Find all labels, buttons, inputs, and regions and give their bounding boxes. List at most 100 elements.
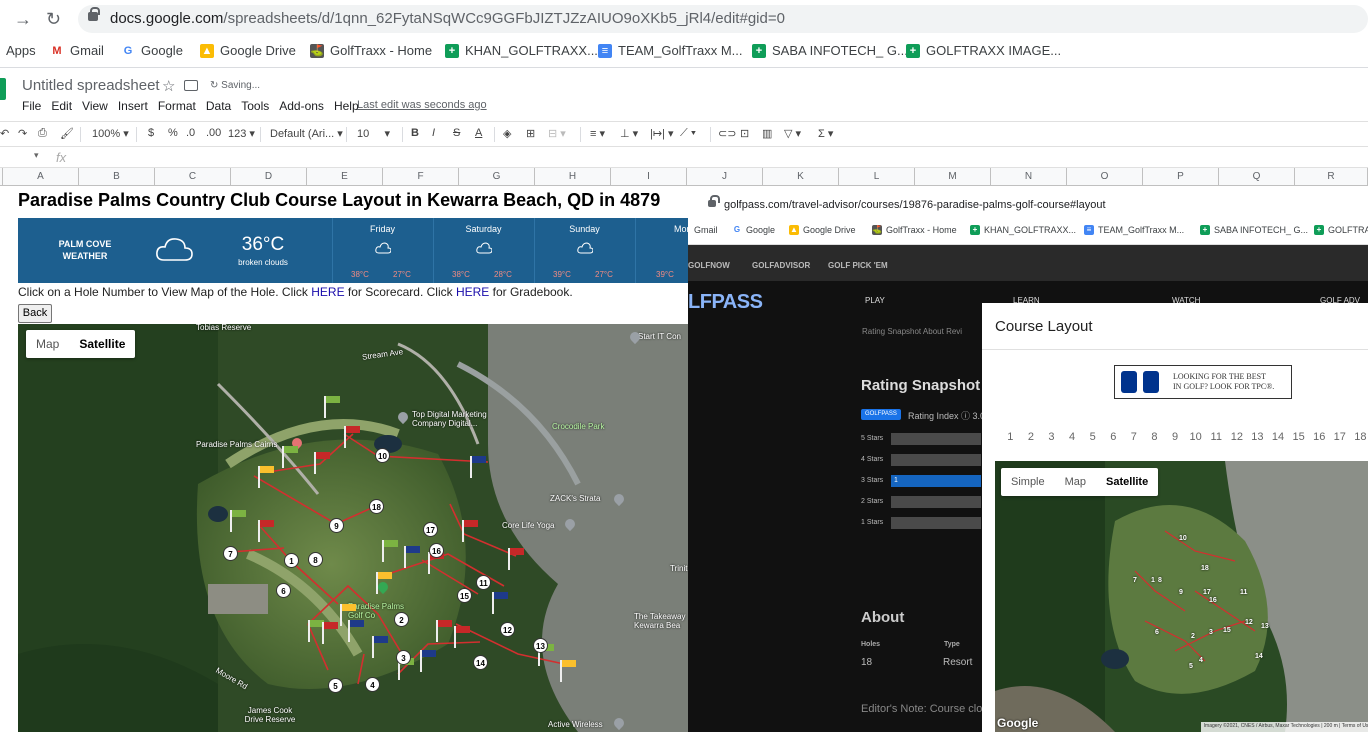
bookmark-team[interactable]: ≡ TEAM_GolfTraxx M... — [1084, 225, 1184, 235]
document-title[interactable]: Untitled spreadsheet — [22, 77, 160, 94]
golfpass-logo[interactable]: LFPASS — [688, 291, 763, 314]
hole-number-marker[interactable]: 7 — [223, 546, 238, 561]
menu-addons[interactable]: Add-ons — [279, 99, 324, 113]
menu-data[interactable]: Data — [206, 99, 231, 113]
gradebook-link[interactable]: HERE — [456, 285, 489, 299]
bookmark-golftraxx[interactable]: ⛳ GolfTraxx - Home — [872, 225, 957, 235]
bookmark-khan[interactable]: + KHAN_GOLFTRAXX... — [970, 225, 1076, 235]
scorecard-link[interactable]: HERE — [311, 285, 344, 299]
map-attribution[interactable]: Imagery ©2021, CNES / Airbus, Maxar Tech… — [1200, 722, 1368, 732]
simple-view-button[interactable]: Simple — [1001, 468, 1055, 496]
hole-number-marker[interactable]: 9 — [329, 518, 344, 533]
hole-number-marker[interactable]: 10 — [375, 448, 390, 463]
network-link-golfnow[interactable]: GOLFNOW — [688, 261, 730, 270]
hole-tab[interactable]: 11 — [1206, 431, 1227, 443]
hole-number-marker[interactable]: 15 — [457, 588, 472, 603]
fill-color-icon[interactable]: ◈ — [503, 127, 511, 140]
namebox-dropdown-icon[interactable]: ▾ — [34, 150, 39, 161]
tpc-advertisement[interactable]: LOOKING FOR THE BEST IN GOLF? LOOK FOR TP… — [1114, 365, 1292, 399]
column-header[interactable]: J — [687, 168, 763, 186]
satellite-view-button[interactable]: Satellite — [1096, 468, 1158, 496]
bookmark-saba[interactable]: + SABA INFOTECH_ G... — [1200, 225, 1308, 235]
menu-view[interactable]: View — [82, 99, 108, 113]
hole-number-marker[interactable]: 11 — [476, 575, 491, 590]
rotate-icon[interactable]: ⟋ ▾ — [680, 127, 696, 140]
column-header[interactable]: N — [991, 168, 1067, 186]
comment-icon[interactable]: ⊡ — [740, 127, 749, 140]
decrease-decimal-button[interactable]: .0 — [186, 127, 195, 139]
bookmark-team[interactable]: ≡ TEAM_GolfTraxx M... — [598, 43, 742, 58]
hole-tab[interactable]: 5 — [1082, 431, 1103, 443]
hole-number-marker[interactable]: 1 — [284, 553, 299, 568]
hole-tab[interactable]: 8 — [1144, 431, 1165, 443]
menu-insert[interactable]: Insert — [118, 99, 148, 113]
hole-number-marker[interactable]: 6 — [276, 583, 291, 598]
layout-satellite-map[interactable]: Simple Map Satellite 10 18 7 1 8 9 17 16… — [995, 461, 1368, 732]
hole-tab[interactable]: 9 — [1165, 431, 1186, 443]
bookmark-golftraxx-image[interactable]: + GOLFTRAXX IMAGE... — [906, 43, 1061, 58]
network-link-golfadvisor[interactable]: GOLFADVISOR — [752, 261, 810, 270]
column-header[interactable]: G — [459, 168, 535, 186]
hole-number-marker[interactable]: 5 — [328, 678, 343, 693]
paint-format-icon[interactable]: 🖌 — [60, 127, 74, 140]
menu-format[interactable]: Format — [158, 99, 196, 113]
wrap-icon[interactable]: |↦| ▾ — [650, 127, 674, 140]
section-tabs[interactable]: Rating Snapshot About Revi — [862, 327, 962, 336]
network-link-pickem[interactable]: GOLF PICK 'EM — [828, 261, 888, 270]
hole-label[interactable]: 4 — [1199, 657, 1203, 664]
column-header[interactable]: F — [383, 168, 459, 186]
hole-tab[interactable]: 2 — [1021, 431, 1042, 443]
bookmark-google-drive[interactable]: ▲ Google Drive — [200, 43, 296, 58]
course-satellite-map[interactable]: Map Satellite Tobias Reserve Stream Ave … — [18, 324, 688, 732]
sheets-logo[interactable] — [0, 78, 6, 100]
font-size-select[interactable]: 10 ▾ — [357, 127, 390, 140]
increase-decimal-button[interactable]: .00 — [206, 127, 221, 139]
column-header[interactable]: Q — [1219, 168, 1295, 186]
hole-label[interactable]: 10 — [1179, 535, 1187, 542]
hole-label[interactable]: 17 — [1203, 589, 1211, 596]
hole-label[interactable]: 7 — [1133, 577, 1137, 584]
hole-number-marker[interactable]: 18 — [369, 499, 384, 514]
last-edit-link[interactable]: Last edit was seconds ago — [357, 99, 487, 111]
column-header[interactable]: H — [535, 168, 611, 186]
strikethrough-icon[interactable]: S — [453, 127, 460, 139]
bookmark-google-drive[interactable]: ▲ Google Drive — [789, 225, 856, 235]
hole-number-marker[interactable]: 13 — [533, 638, 548, 653]
back-button[interactable]: Back — [18, 304, 52, 323]
bookmark-saba[interactable]: + SABA INFOTECH_ G... — [752, 43, 908, 58]
hole-number-marker[interactable]: 17 — [423, 522, 438, 537]
bookmark-google[interactable]: G Google — [732, 225, 775, 235]
hole-label[interactable]: 6 — [1155, 629, 1159, 636]
functions-icon[interactable]: Σ ▾ — [818, 127, 833, 140]
column-header[interactable]: E — [307, 168, 383, 186]
hole-tab[interactable]: 12 — [1227, 431, 1248, 443]
hole-tab[interactable]: 7 — [1124, 431, 1145, 443]
bookmark-gmail[interactable]: Gmail — [694, 225, 718, 235]
star-icon[interactable]: ☆ — [162, 77, 175, 95]
hole-tab[interactable]: 14 — [1268, 431, 1289, 443]
hole-tab[interactable]: 16 — [1309, 431, 1330, 443]
map-view-button[interactable]: Map — [26, 330, 69, 358]
hole-number-marker[interactable]: 12 — [500, 622, 515, 637]
address-bar[interactable]: docs.google.com/spreadsheets/d/1qnn_62Fy… — [78, 5, 1368, 33]
hole-tab[interactable]: 18 — [1350, 431, 1368, 443]
merge-icon[interactable]: ⊟ ▾ — [548, 127, 566, 140]
reload-icon[interactable]: ↻ — [46, 9, 61, 30]
bookmark-gmail[interactable]: M Gmail — [50, 43, 104, 58]
hole-number-marker[interactable]: 4 — [365, 677, 380, 692]
column-header[interactable]: I — [611, 168, 687, 186]
column-header[interactable]: R — [1295, 168, 1368, 186]
print-icon[interactable]: ⎙ — [38, 127, 47, 140]
column-header[interactable]: L — [839, 168, 915, 186]
link-icon[interactable]: ⊂⊃ — [718, 127, 736, 140]
hole-label[interactable]: 12 — [1245, 619, 1253, 626]
golfpass-address-bar[interactable]: golfpass.com/travel-advisor/courses/1987… — [688, 193, 1368, 217]
hole-label[interactable]: 5 — [1189, 663, 1193, 670]
text-color-icon[interactable]: A — [475, 127, 482, 139]
filter-icon[interactable]: ▽ ▾ — [784, 127, 801, 140]
hole-label[interactable]: 8 — [1158, 577, 1162, 584]
hole-number-marker[interactable]: 14 — [473, 655, 488, 670]
menu-edit[interactable]: Edit — [51, 99, 72, 113]
column-header[interactable]: O — [1067, 168, 1143, 186]
undo-icon[interactable]: ↶ — [0, 127, 9, 140]
